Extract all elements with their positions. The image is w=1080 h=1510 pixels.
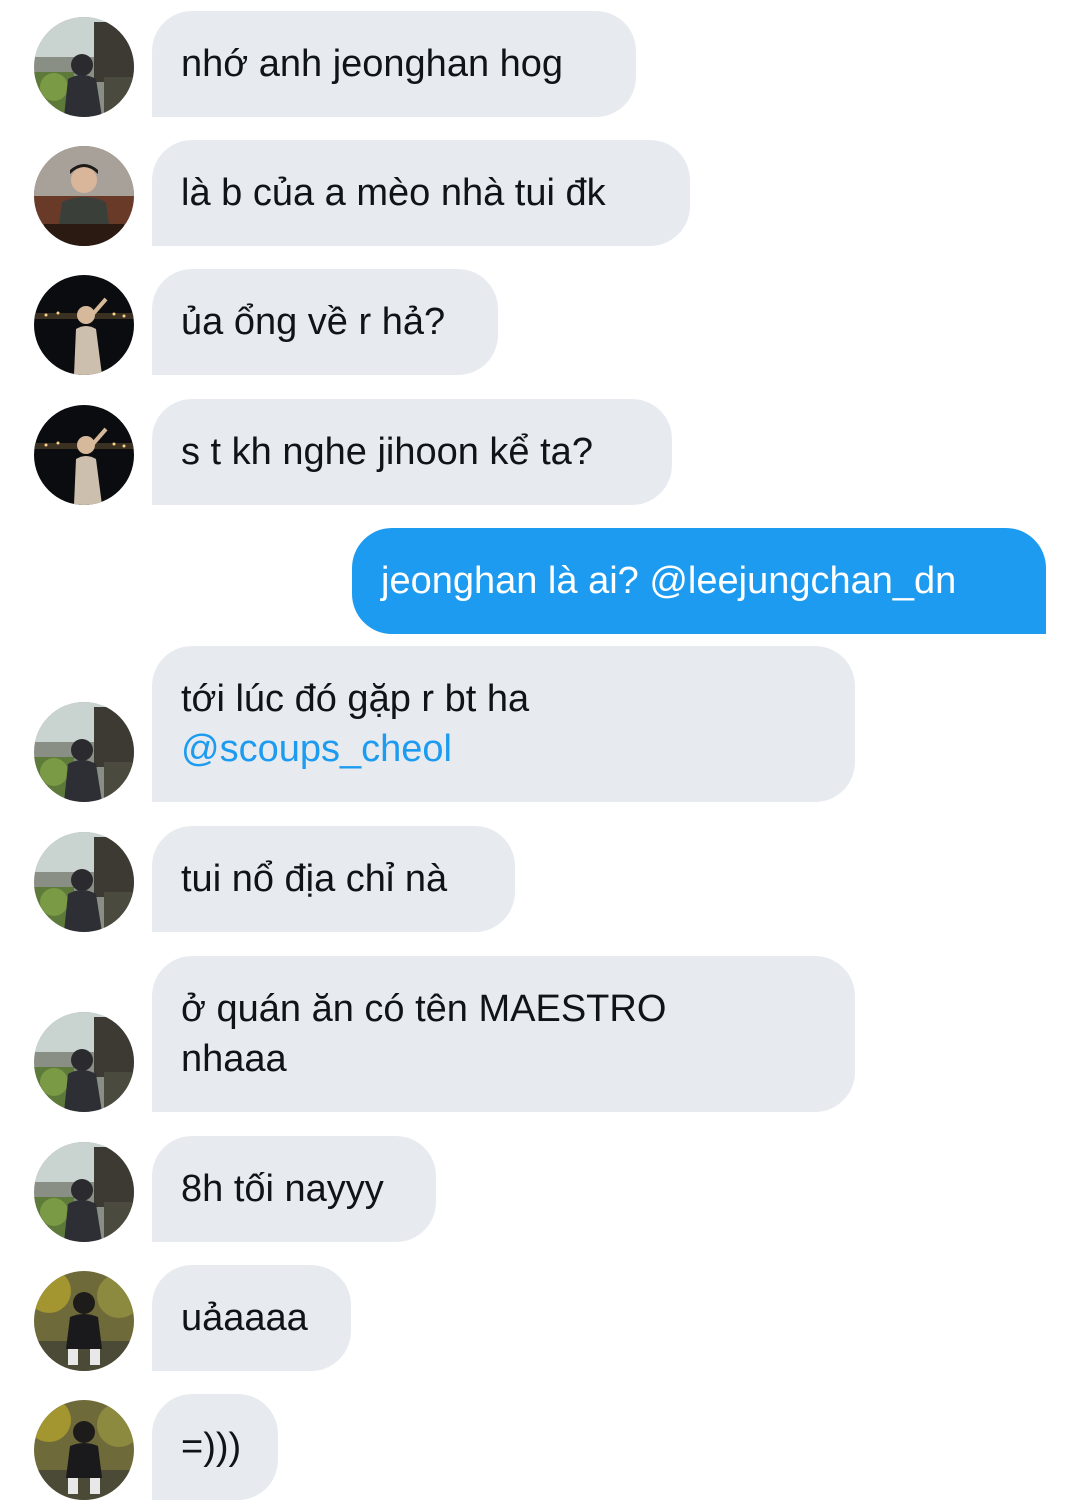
sender-avatar[interactable]: [34, 146, 134, 246]
incoming-message-bubble[interactable]: tới lúc đó gặp r bt ha @scoups_cheol: [152, 646, 855, 802]
message-thread: nhớ anh jeonghan hog là b của a mèo nhà …: [0, 0, 1080, 1510]
sender-avatar[interactable]: [34, 1142, 134, 1242]
sender-avatar[interactable]: [34, 1400, 134, 1500]
sender-avatar[interactable]: [34, 405, 134, 505]
sender-avatar[interactable]: [34, 1271, 134, 1371]
message-text: 8h tối nayyy: [181, 1168, 384, 1210]
message-text: nhớ anh jeonghan hog: [181, 43, 564, 85]
sender-avatar[interactable]: [34, 17, 134, 117]
avatar-photo-icon: [34, 1012, 134, 1112]
avatar-photo-icon: [34, 17, 134, 117]
incoming-message-bubble[interactable]: nhớ anh jeonghan hog: [152, 11, 636, 117]
sender-avatar[interactable]: [34, 832, 134, 932]
message-text: ủa ổng về r hả?: [181, 301, 446, 343]
incoming-message-bubble[interactable]: là b của a mèo nhà tui đk: [152, 140, 690, 246]
avatar-photo-icon: [34, 146, 134, 246]
sender-avatar[interactable]: [34, 275, 134, 375]
sender-avatar[interactable]: [34, 702, 134, 802]
avatar-photo-icon: [34, 405, 134, 505]
incoming-message-bubble[interactable]: 8h tối nayyy: [152, 1136, 436, 1242]
message-text: tui nổ địa chỉ nà: [181, 858, 448, 900]
message-text-line: ở quán ăn có tên MAESTRO: [181, 988, 667, 1030]
avatar-photo-icon: [34, 1142, 134, 1242]
incoming-message-bubble[interactable]: s t kh nghe jihoon kể ta?: [152, 399, 672, 505]
sender-avatar[interactable]: [34, 1012, 134, 1112]
message-text: s t kh nghe jihoon kể ta?: [181, 431, 593, 473]
incoming-message-bubble[interactable]: ở quán ăn có tên MAESTRO nhaaa: [152, 956, 855, 1112]
message-text: uảaaaa: [181, 1297, 308, 1339]
incoming-message-bubble[interactable]: ủa ổng về r hả?: [152, 269, 498, 375]
avatar-photo-icon: [34, 1400, 134, 1500]
avatar-photo-icon: [34, 1271, 134, 1371]
message-text-line: nhaaa: [181, 1038, 287, 1080]
outgoing-message-bubble[interactable]: jeonghan là ai? @leejungchan_dn: [352, 528, 1046, 634]
message-text: jeonghan là ai? @leejungchan_dn: [381, 560, 957, 602]
message-text: =))): [181, 1426, 242, 1468]
incoming-message-bubble[interactable]: tui nổ địa chỉ nà: [152, 826, 515, 932]
avatar-photo-icon: [34, 832, 134, 932]
incoming-message-bubble[interactable]: =))): [152, 1394, 278, 1500]
avatar-photo-icon: [34, 702, 134, 802]
message-text: là b của a mèo nhà tui đk: [181, 172, 606, 214]
mention-link[interactable]: @scoups_cheol: [181, 724, 826, 774]
incoming-message-bubble[interactable]: uảaaaa: [152, 1265, 351, 1371]
message-text: tới lúc đó gặp r bt ha: [181, 678, 530, 720]
avatar-photo-icon: [34, 275, 134, 375]
